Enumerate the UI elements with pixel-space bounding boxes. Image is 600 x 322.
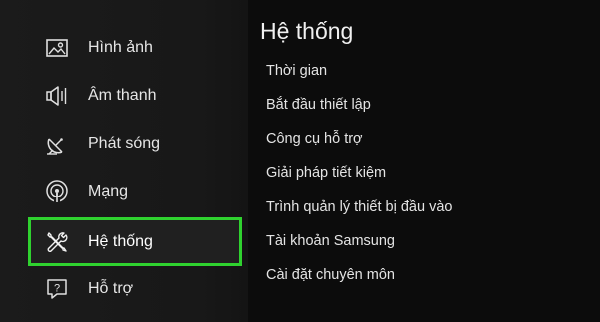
picture-icon — [44, 35, 70, 61]
satellite-dish-icon — [44, 131, 70, 157]
sidebar-item-label: Phát sóng — [88, 135, 161, 152]
sidebar-item-network[interactable]: Mạng — [28, 169, 242, 215]
menu-item-expert-settings[interactable]: Cài đặt chuyên môn — [266, 267, 395, 283]
sidebar-item-broadcast[interactable]: Phát sóng — [28, 121, 242, 167]
settings-sidebar: Hình ảnh Âm thanh Phát sóng Mạng Hệ thốn… — [0, 0, 248, 322]
menu-item-eco-solution[interactable]: Giải pháp tiết kiệm — [266, 165, 386, 181]
speaker-icon — [44, 83, 70, 109]
menu-item-start-setup[interactable]: Bắt đầu thiết lập — [266, 97, 371, 113]
menu-item-accessibility[interactable]: Công cụ hỗ trợ — [266, 131, 363, 147]
sidebar-item-label: Hình ảnh — [88, 39, 153, 56]
sidebar-item-picture[interactable]: Hình ảnh — [28, 25, 242, 71]
sidebar-item-sound[interactable]: Âm thanh — [28, 73, 242, 119]
help-icon: ? — [44, 276, 70, 302]
sidebar-item-support[interactable]: ? Hỗ trợ — [28, 266, 242, 312]
menu-item-input-device-manager[interactable]: Trình quản lý thiết bị đầu vào — [266, 199, 452, 215]
page-title: Hệ thống — [260, 18, 354, 44]
system-settings-panel: Hệ thống Thời gian Bắt đầu thiết lập Côn… — [248, 0, 600, 322]
tv-settings-screen: Hình ảnh Âm thanh Phát sóng Mạng Hệ thốn… — [0, 0, 600, 322]
menu-item-samsung-account[interactable]: Tài khoản Samsung — [266, 233, 395, 249]
network-icon — [44, 179, 70, 205]
sidebar-item-system[interactable]: Hệ thống — [28, 217, 242, 266]
sidebar-item-label: Hệ thống — [88, 232, 153, 250]
sidebar-item-label: Âm thanh — [88, 87, 157, 104]
menu-item-time[interactable]: Thời gian — [266, 63, 327, 79]
sidebar-item-label: Hỗ trợ — [88, 280, 134, 297]
sidebar-item-label: Mạng — [88, 183, 129, 200]
tools-icon — [44, 229, 70, 255]
svg-text:?: ? — [54, 283, 60, 295]
